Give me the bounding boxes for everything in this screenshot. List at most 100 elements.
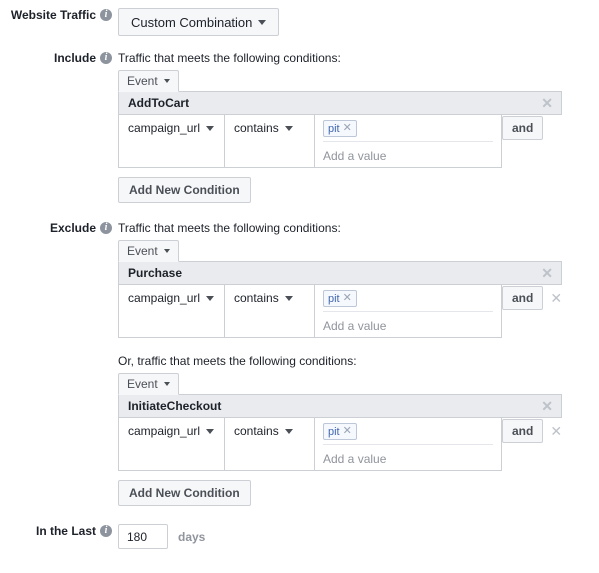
condition-table: campaign_url contains pit ✕ Add a value (118, 285, 502, 338)
value-token-label: pit (328, 425, 340, 438)
value-token: pit ✕ (323, 120, 357, 137)
website-traffic-content: Custom Combination (118, 8, 599, 36)
days-input[interactable] (118, 524, 168, 549)
exclude-or-intro-text: Or, traffic that meets the following con… (118, 354, 357, 368)
field-select[interactable]: campaign_url (128, 291, 215, 305)
include-row: Include Traffic that meets the following… (0, 36, 599, 203)
condition-operator-cell: contains (225, 418, 315, 470)
condition-value-cell[interactable]: pit ✕ Add a value (315, 418, 501, 470)
and-button[interactable]: and (502, 116, 544, 140)
exclude-label: Exclude (49, 221, 96, 235)
and-button-label: and (512, 291, 534, 305)
operator-select[interactable]: contains (234, 424, 293, 438)
info-icon[interactable] (100, 8, 112, 21)
chevron-down-icon (258, 19, 267, 25)
value-input-placeholder[interactable]: Add a value (323, 142, 493, 163)
operator-select[interactable]: contains (234, 291, 293, 305)
event-type-tab-label: Event (127, 244, 158, 258)
add-new-condition-label: Add New Condition (129, 486, 240, 500)
condition-field-cell: campaign_url (119, 115, 225, 167)
operator-select-label: contains (234, 291, 279, 305)
field-select-label: campaign_url (128, 291, 201, 305)
exclude-add-condition-wrap: Add New Condition (118, 480, 599, 506)
close-icon[interactable]: ✕ (541, 96, 553, 110)
website-traffic-label: Website Traffic (10, 8, 96, 22)
event-type-tab[interactable]: Event (118, 373, 179, 395)
event-header: InitiateCheckout ✕ (118, 394, 562, 418)
and-button[interactable]: and (502, 286, 544, 310)
condition-group-body: InitiateCheckout ✕ campaign_url contains… (118, 394, 599, 471)
close-icon[interactable]: ✕ (550, 419, 562, 443)
add-new-condition-button[interactable]: Add New Condition (118, 177, 251, 203)
condition-table: campaign_url contains pit ✕ Add a value (118, 115, 502, 168)
field-select-label: campaign_url (128, 121, 201, 135)
value-token: pit ✕ (323, 290, 357, 307)
chevron-down-icon (284, 428, 293, 434)
close-icon[interactable]: ✕ (550, 286, 562, 310)
close-icon[interactable]: ✕ (343, 426, 352, 437)
field-select-label: campaign_url (128, 424, 201, 438)
chevron-down-icon (206, 428, 215, 434)
condition-group-main: Purchase ✕ campaign_url contains pit ✕ A… (118, 261, 562, 338)
include-label-col: Include (0, 51, 118, 65)
condition-group: Event InitiateCheckout ✕ campaign_url co… (118, 373, 599, 471)
event-type-tab[interactable]: Event (118, 240, 179, 262)
website-traffic-label-col: Website Traffic (0, 8, 118, 22)
include-label: Include (53, 51, 96, 65)
event-header: AddToCart ✕ (118, 91, 562, 115)
info-icon[interactable] (100, 51, 112, 64)
operator-select-label: contains (234, 424, 279, 438)
close-icon[interactable]: ✕ (541, 399, 553, 413)
and-button-label: and (512, 121, 534, 135)
condition-operator-cell: contains (225, 285, 315, 337)
close-icon[interactable]: ✕ (541, 266, 553, 280)
token-list: pit ✕ (323, 423, 493, 445)
and-button[interactable]: and (502, 419, 544, 443)
in-the-last-label-col: In the Last (0, 524, 118, 538)
event-type-tab-label: Event (127, 74, 158, 88)
custom-combination-dropdown[interactable]: Custom Combination (118, 8, 280, 36)
condition-group-main: InitiateCheckout ✕ campaign_url contains… (118, 394, 562, 471)
condition-operator-cell: contains (225, 115, 315, 167)
condition-field-cell: campaign_url (119, 418, 225, 470)
event-name: Purchase (128, 266, 183, 280)
include-content: Traffic that meets the following conditi… (118, 51, 599, 203)
operator-select[interactable]: contains (234, 121, 293, 135)
condition-group-body: AddToCart ✕ campaign_url contains pit ✕ … (118, 91, 599, 168)
condition-group: Event AddToCart ✕ campaign_url contains … (118, 70, 599, 168)
close-icon[interactable]: ✕ (343, 293, 352, 304)
condition-value-cell[interactable]: pit ✕ Add a value (315, 115, 501, 167)
condition-group: Event Purchase ✕ campaign_url contains p… (118, 240, 599, 338)
value-input-placeholder[interactable]: Add a value (323, 312, 493, 333)
event-name: AddToCart (128, 96, 190, 110)
condition-field-cell: campaign_url (119, 285, 225, 337)
value-input-placeholder[interactable]: Add a value (323, 445, 493, 466)
close-icon[interactable]: ✕ (343, 123, 352, 134)
field-select[interactable]: campaign_url (128, 121, 215, 135)
condition-value-cell[interactable]: pit ✕ Add a value (315, 285, 501, 337)
chevron-down-icon (284, 295, 293, 301)
days-unit-label: days (178, 529, 206, 544)
event-type-tab[interactable]: Event (118, 70, 179, 92)
info-icon[interactable] (100, 221, 112, 234)
info-icon[interactable] (100, 524, 112, 537)
exclude-intro-text: Traffic that meets the following conditi… (118, 221, 341, 235)
include-intro-text: Traffic that meets the following conditi… (118, 51, 341, 65)
value-token-label: pit (328, 122, 340, 135)
in-the-last-row: In the Last days (0, 506, 599, 549)
website-traffic-row: Website Traffic Custom Combination (0, 0, 599, 36)
chevron-down-icon (163, 249, 170, 253)
add-new-condition-button[interactable]: Add New Condition (118, 480, 251, 506)
event-name: InitiateCheckout (128, 399, 222, 413)
custom-combination-dropdown-label: Custom Combination (131, 14, 253, 30)
field-select[interactable]: campaign_url (128, 424, 215, 438)
chevron-down-icon (206, 125, 215, 131)
value-token: pit ✕ (323, 423, 357, 440)
event-header: Purchase ✕ (118, 261, 562, 285)
exclude-content: Traffic that meets the following conditi… (118, 221, 599, 506)
condition-group-main: AddToCart ✕ campaign_url contains pit ✕ … (118, 91, 562, 168)
in-the-last-label: In the Last (35, 524, 96, 538)
value-token-label: pit (328, 292, 340, 305)
event-type-tab-label: Event (127, 377, 158, 391)
chevron-down-icon (284, 125, 293, 131)
